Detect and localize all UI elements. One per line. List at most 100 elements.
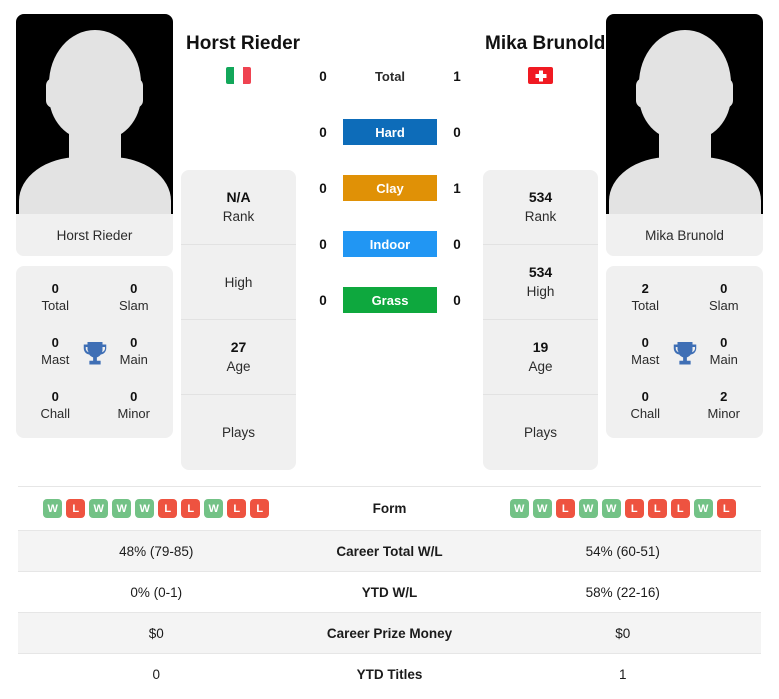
silhouette-ear-icon bbox=[718, 78, 733, 108]
right-ytd-titles: 1 bbox=[484, 653, 761, 695]
left-form-badge[interactable]: W bbox=[135, 499, 155, 518]
label: High bbox=[526, 284, 555, 299]
right-titles-total: 2 Total bbox=[606, 280, 685, 314]
left-player-column: Horst Rieder 0 Total 0 Slam 0 Mast 0 Mai… bbox=[16, 14, 173, 438]
left-indoor-wins: 0 bbox=[319, 236, 327, 252]
label: Age bbox=[226, 359, 251, 374]
surface-h2h-rows: 0 Total 1 0 Hard 0 0 Clay 1 0 Indoor 0 0 Grass 0 bbox=[310, 62, 470, 314]
label: Total bbox=[631, 298, 659, 313]
left-titles-total: 0 Total bbox=[16, 280, 95, 314]
right-form-badge[interactable]: W bbox=[509, 499, 529, 518]
label: Slam bbox=[708, 298, 739, 313]
label: Chall bbox=[630, 406, 661, 421]
value: N/A bbox=[226, 189, 251, 205]
left-player-avatar-card[interactable]: Horst Rieder bbox=[16, 14, 173, 256]
surface-row-clay: 0 Clay 1 bbox=[310, 174, 470, 202]
right-clay-wins: 1 bbox=[453, 180, 461, 196]
career-total-wl-label: Career Total W/L bbox=[294, 530, 485, 572]
right-titles-chall: 0 Chall bbox=[606, 388, 685, 422]
silhouette-ear-icon bbox=[46, 78, 61, 108]
silhouette-body-icon bbox=[608, 157, 761, 214]
right-grass-wins: 0 bbox=[453, 292, 461, 308]
right-form-badge[interactable]: L bbox=[555, 499, 575, 518]
left-form-badge[interactable]: L bbox=[227, 499, 247, 518]
career-prize-money-label: Career Prize Money bbox=[294, 612, 485, 654]
right-form-badge[interactable]: W bbox=[578, 499, 598, 518]
value: 0 bbox=[641, 389, 649, 404]
table-row-career-prize-money: $0 Career Prize Money $0 bbox=[18, 612, 761, 654]
left-titles-card: 0 Total 0 Slam 0 Mast 0 Main 0 Chall 0 M… bbox=[16, 266, 173, 438]
left-form-cell: WLWWWLLWLL bbox=[18, 486, 295, 531]
value: 19 bbox=[532, 339, 549, 355]
right-form-badge[interactable]: W bbox=[532, 499, 552, 518]
avatar bbox=[606, 14, 763, 214]
label: Age bbox=[528, 359, 553, 374]
left-rank-cell: N/A Rank bbox=[181, 170, 296, 245]
left-form-badge[interactable]: W bbox=[89, 499, 109, 518]
surface-badge-total: Total bbox=[374, 68, 406, 84]
right-high-cell: 534 High bbox=[483, 245, 598, 320]
left-form-badge[interactable]: W bbox=[43, 499, 63, 518]
label: Rank bbox=[524, 209, 557, 224]
left-form-badge[interactable]: L bbox=[250, 499, 270, 518]
left-ytd-titles: 0 bbox=[18, 653, 295, 695]
left-hard-wins: 0 bbox=[319, 124, 327, 140]
trophy-icon bbox=[673, 341, 696, 365]
right-career-total-wl: 54% (60-51) bbox=[484, 530, 761, 572]
table-row-form: WLWWWLLWLL Form WWLWWLLLWL bbox=[18, 486, 761, 531]
ytd-wl-label: YTD W/L bbox=[294, 571, 485, 613]
table-row-ytd-wl: 0% (0-1) YTD W/L 58% (22-16) bbox=[18, 571, 761, 613]
value: 2 bbox=[720, 389, 728, 404]
right-form-badge[interactable]: W bbox=[693, 499, 713, 518]
right-age-cell: 19 Age bbox=[483, 320, 598, 395]
left-form-badge[interactable]: L bbox=[181, 499, 201, 518]
surface-badge-hard: Hard bbox=[343, 119, 437, 145]
right-player-avatar-card[interactable]: Mika Brunold bbox=[606, 14, 763, 256]
left-form-badge[interactable]: W bbox=[204, 499, 224, 518]
right-form-cell: WWLWWLLLWL bbox=[484, 486, 761, 531]
table-row-ytd-titles: 0 YTD Titles 1 bbox=[18, 653, 761, 695]
left-form-badge[interactable]: W bbox=[112, 499, 132, 518]
right-info-card: 534 Rank 534 High 19 Age Plays bbox=[483, 170, 598, 470]
surface-row-grass: 0 Grass 0 bbox=[310, 286, 470, 314]
label: Rank bbox=[222, 209, 255, 224]
label: Minor bbox=[707, 406, 740, 421]
silhouette-ear-icon bbox=[636, 78, 651, 108]
value: 27 bbox=[230, 339, 247, 355]
left-age-cell: 27 Age bbox=[181, 320, 296, 395]
left-form-badge[interactable]: L bbox=[158, 499, 178, 518]
right-form-badge[interactable]: L bbox=[647, 499, 667, 518]
value: 534 bbox=[528, 264, 553, 280]
right-form-badge[interactable]: L bbox=[716, 499, 736, 518]
left-plays-cell: Plays bbox=[181, 395, 296, 470]
right-ytd-wl: 58% (22-16) bbox=[484, 571, 761, 613]
right-total-wins: 1 bbox=[453, 68, 461, 84]
right-hard-wins: 0 bbox=[453, 124, 461, 140]
left-total-wins: 0 bbox=[319, 68, 327, 84]
switzerland-flag-icon bbox=[528, 67, 553, 84]
right-career-prize-money: $0 bbox=[484, 612, 761, 654]
left-titles-chall: 0 Chall bbox=[16, 388, 95, 422]
value: 0 bbox=[130, 389, 138, 404]
right-form-badge[interactable]: W bbox=[601, 499, 621, 518]
right-indoor-wins: 0 bbox=[453, 236, 461, 252]
left-ytd-wl: 0% (0-1) bbox=[18, 571, 295, 613]
left-player-name[interactable]: Horst Rieder bbox=[186, 33, 300, 55]
trophy-icon bbox=[83, 341, 106, 365]
left-high-cell: High bbox=[181, 245, 296, 320]
right-player-column: Mika Brunold 2 Total 0 Slam 0 Mast 0 Mai… bbox=[606, 14, 763, 438]
avatar bbox=[16, 14, 173, 214]
label: Plays bbox=[523, 425, 557, 440]
right-player-name[interactable]: Mika Brunold bbox=[485, 33, 605, 55]
surface-badge-grass: Grass bbox=[343, 287, 437, 313]
left-clay-wins: 0 bbox=[319, 180, 327, 196]
label: High bbox=[224, 274, 253, 290]
right-plays-cell: Plays bbox=[483, 395, 598, 470]
left-form-badge[interactable]: L bbox=[66, 499, 86, 518]
surface-badge-clay: Clay bbox=[343, 175, 437, 201]
left-career-prize-money: $0 bbox=[18, 612, 295, 654]
left-titles-slam: 0 Slam bbox=[95, 280, 174, 314]
stats-table: WLWWWLLWLL Form WWLWWLLLWL 48% (79-85) C… bbox=[18, 486, 761, 695]
right-form-badge[interactable]: L bbox=[670, 499, 690, 518]
right-form-badge[interactable]: L bbox=[624, 499, 644, 518]
